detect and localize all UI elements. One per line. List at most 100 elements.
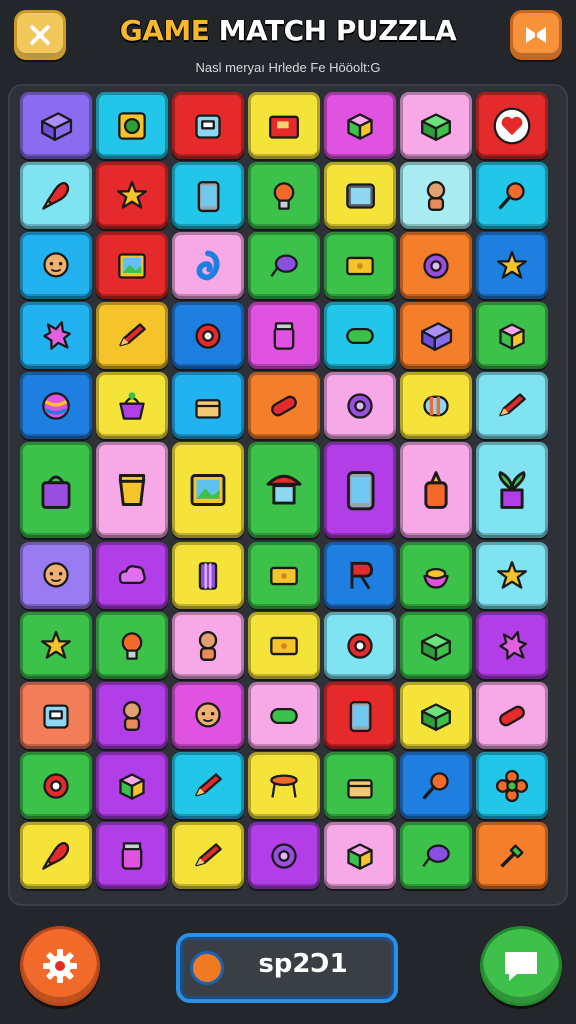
ticket-icon bbox=[270, 566, 298, 585]
tile-r2-c4[interactable] bbox=[248, 162, 320, 229]
action-button[interactable] bbox=[510, 10, 562, 60]
tile-r11-c6[interactable] bbox=[400, 822, 472, 889]
tile-r1-c2[interactable] bbox=[96, 92, 168, 159]
tile-r11-c3[interactable] bbox=[172, 822, 244, 889]
tile-r3-c4[interactable] bbox=[248, 232, 320, 299]
phone-icon bbox=[197, 180, 220, 212]
swirl-icon bbox=[196, 249, 220, 280]
tile-r5-c6[interactable] bbox=[400, 372, 472, 439]
tile-r9-c3[interactable] bbox=[172, 682, 244, 749]
tile-r4-c7[interactable] bbox=[476, 302, 548, 369]
tile-r11-c1[interactable] bbox=[20, 822, 92, 889]
tile-r1-c4[interactable] bbox=[248, 92, 320, 159]
tile-r2-c2[interactable] bbox=[96, 162, 168, 229]
tile-r7-c2[interactable] bbox=[96, 542, 168, 609]
tile-r3-c1[interactable] bbox=[20, 232, 92, 299]
capsule-icon bbox=[346, 327, 374, 344]
tile-r9-c5[interactable] bbox=[324, 682, 396, 749]
tile-r4-c3[interactable] bbox=[172, 302, 244, 369]
tile-r9-c4[interactable] bbox=[248, 682, 320, 749]
tile-r8-c5[interactable] bbox=[324, 612, 396, 679]
tile-r2-c7[interactable] bbox=[476, 162, 548, 229]
tile-r7-c3[interactable] bbox=[172, 542, 244, 609]
tile-r2-c1[interactable] bbox=[20, 162, 92, 229]
face-icon bbox=[195, 701, 221, 727]
tile-r6-c4[interactable] bbox=[248, 442, 320, 538]
tile-r1-c1[interactable] bbox=[20, 92, 92, 159]
tile-r7-c6[interactable] bbox=[400, 542, 472, 609]
tile-r6-c7[interactable] bbox=[476, 442, 548, 538]
tile-r6-c2[interactable] bbox=[96, 442, 168, 538]
tile-r9-c7[interactable] bbox=[476, 682, 548, 749]
tile-r5-c5[interactable] bbox=[324, 372, 396, 439]
tile-r9-c1[interactable] bbox=[20, 682, 92, 749]
tile-r10-c6[interactable] bbox=[400, 752, 472, 819]
score-value: sp2Ɔ1 bbox=[258, 949, 348, 979]
tile-r4-c2[interactable] bbox=[96, 302, 168, 369]
tile-r10-c3[interactable] bbox=[172, 752, 244, 819]
tile-r4-c1[interactable] bbox=[20, 302, 92, 369]
pillar-icon bbox=[198, 561, 218, 590]
tile-r5-c3[interactable] bbox=[172, 372, 244, 439]
tile-r1-c7[interactable] bbox=[476, 92, 548, 159]
settings-button[interactable] bbox=[20, 926, 100, 1006]
cube-icon bbox=[347, 112, 373, 140]
tile-r7-c7[interactable] bbox=[476, 542, 548, 609]
tile-r5-c1[interactable] bbox=[20, 372, 92, 439]
tile-r8-c7[interactable] bbox=[476, 612, 548, 679]
tile-r6-c3[interactable] bbox=[172, 442, 244, 538]
tile-r1-c6[interactable] bbox=[400, 92, 472, 159]
tile-r5-c2[interactable] bbox=[96, 372, 168, 439]
tile-r4-c5[interactable] bbox=[324, 302, 396, 369]
tile-r1-c5[interactable] bbox=[324, 92, 396, 159]
tile-r6-c6[interactable] bbox=[400, 442, 472, 538]
ball-icon bbox=[42, 391, 70, 420]
balloon-icon bbox=[270, 254, 298, 277]
tile-r2-c5[interactable] bbox=[324, 162, 396, 229]
tile-r10-c2[interactable] bbox=[96, 752, 168, 819]
tile-r10-c5[interactable] bbox=[324, 752, 396, 819]
tile-r8-c1[interactable] bbox=[20, 612, 92, 679]
tile-r7-c5[interactable] bbox=[324, 542, 396, 609]
tile-r6-c1[interactable] bbox=[20, 442, 92, 538]
tile-r3-c6[interactable] bbox=[400, 232, 472, 299]
tile-r6-c5[interactable] bbox=[324, 442, 396, 538]
tile-r7-c1[interactable] bbox=[20, 542, 92, 609]
tile-r11-c2[interactable] bbox=[96, 822, 168, 889]
candy-icon bbox=[423, 395, 449, 416]
score-display: sp2Ɔ1 bbox=[176, 933, 398, 1003]
tile-r8-c6[interactable] bbox=[400, 612, 472, 679]
tile-r2-c6[interactable] bbox=[400, 162, 472, 229]
tile-r5-c4[interactable] bbox=[248, 372, 320, 439]
tile-r10-c1[interactable] bbox=[20, 752, 92, 819]
tile-r11-c7[interactable] bbox=[476, 822, 548, 889]
tile-r10-c4[interactable] bbox=[248, 752, 320, 819]
tile-r8-c3[interactable] bbox=[172, 612, 244, 679]
chest-icon bbox=[347, 778, 373, 799]
tile-r5-c7[interactable] bbox=[476, 372, 548, 439]
balloon-icon bbox=[422, 844, 450, 867]
top-bar: GAME MATCH PUZZLA Nasl meryaı Hrlede Fe … bbox=[0, 0, 576, 80]
tile-r3-c3[interactable] bbox=[172, 232, 244, 299]
tile-r4-c6[interactable] bbox=[400, 302, 472, 369]
doll-icon bbox=[122, 700, 142, 731]
tile-r11-c4[interactable] bbox=[248, 822, 320, 889]
gear-icon bbox=[347, 392, 373, 419]
tile-r9-c6[interactable] bbox=[400, 682, 472, 749]
tile-r3-c7[interactable] bbox=[476, 232, 548, 299]
tile-r3-c2[interactable] bbox=[96, 232, 168, 299]
tile-r1-c3[interactable] bbox=[172, 92, 244, 159]
tile-r10-c7[interactable] bbox=[476, 752, 548, 819]
tile-r3-c5[interactable] bbox=[324, 232, 396, 299]
star-icon bbox=[497, 560, 527, 589]
tile-r8-c2[interactable] bbox=[96, 612, 168, 679]
jar-icon bbox=[121, 841, 143, 870]
face-icon bbox=[43, 561, 69, 587]
tile-r2-c3[interactable] bbox=[172, 162, 244, 229]
tile-r7-c4[interactable] bbox=[248, 542, 320, 609]
chat-button[interactable] bbox=[480, 926, 562, 1006]
tile-r11-c5[interactable] bbox=[324, 822, 396, 889]
tile-r9-c2[interactable] bbox=[96, 682, 168, 749]
tile-r4-c4[interactable] bbox=[248, 302, 320, 369]
tile-r8-c4[interactable] bbox=[248, 612, 320, 679]
